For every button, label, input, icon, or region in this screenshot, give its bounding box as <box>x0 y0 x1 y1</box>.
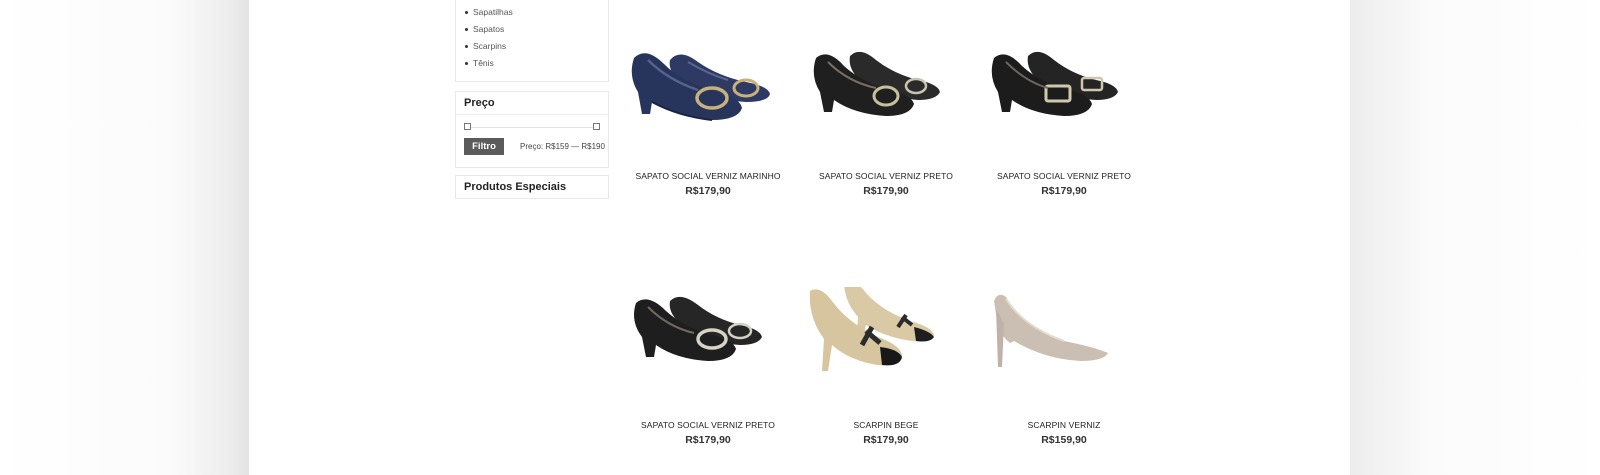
product-name[interactable]: SCARPIN VERNIZ <box>979 420 1149 430</box>
special-products-title: Produtos Especiais <box>464 181 567 193</box>
category-link-scarpins[interactable]: Scarpins <box>465 39 608 56</box>
price-slider-max-handle[interactable] <box>593 123 600 130</box>
product-image[interactable] <box>806 287 966 387</box>
special-products-widget: Produtos Especiais <box>455 175 609 199</box>
product-card[interactable]: SAPATO SOCIAL VERNIZ PRETO R$179,90 <box>979 38 1149 197</box>
product-card[interactable]: SAPATO SOCIAL VERNIZ PRETO R$179,90 <box>801 38 971 197</box>
product-price: R$179,90 <box>863 185 909 197</box>
product-price: R$179,90 <box>685 434 731 446</box>
price-slider-min-handle[interactable] <box>464 123 471 130</box>
page-container <box>249 0 1350 475</box>
product-price: R$179,90 <box>863 434 909 446</box>
product-card[interactable]: SAPATO SOCIAL VERNIZ PRETO R$179,90 <box>623 287 793 446</box>
page-background-right <box>1320 0 1600 475</box>
product-price: R$179,90 <box>685 185 731 197</box>
price-filter-widget: Preço Filtro Preço: R$159 — R$190 <box>455 91 609 168</box>
category-link-sapatilhas[interactable]: Sapatilhas <box>465 5 608 22</box>
product-image[interactable] <box>984 38 1144 138</box>
product-card[interactable]: SAPATO SOCIAL VERNIZ MARINHO R$179,90 <box>623 38 793 197</box>
product-image[interactable] <box>806 38 966 138</box>
category-link-tenis[interactable]: Tênis <box>465 56 608 73</box>
product-price: R$159,90 <box>1041 434 1087 446</box>
filter-button[interactable]: Filtro <box>464 138 504 155</box>
page-background-left <box>0 0 250 475</box>
category-link-sapatos[interactable]: Sapatos <box>465 22 608 39</box>
category-list: Sapatilhas Sapatos Scarpins Tênis <box>456 0 608 73</box>
product-card[interactable]: SCARPIN BEGE R$179,90 <box>801 287 971 446</box>
product-image[interactable] <box>984 287 1144 387</box>
product-name[interactable]: SAPATO SOCIAL VERNIZ PRETO <box>623 420 793 430</box>
price-range-label: Preço: R$159 — R$190 <box>520 142 605 151</box>
product-image[interactable] <box>628 287 788 387</box>
price-slider-track[interactable] <box>468 127 597 128</box>
product-price: R$179,90 <box>1041 185 1087 197</box>
price-filter-title: Preço <box>456 92 608 115</box>
product-name[interactable]: SCARPIN BEGE <box>801 420 971 430</box>
product-card[interactable]: SCARPIN VERNIZ R$159,90 <box>979 287 1149 446</box>
product-image[interactable] <box>628 38 788 138</box>
categories-widget: Sapatilhas Sapatos Scarpins Tênis <box>455 0 609 82</box>
product-name[interactable]: SAPATO SOCIAL VERNIZ PRETO <box>801 171 971 181</box>
product-name[interactable]: SAPATO SOCIAL VERNIZ PRETO <box>979 171 1149 181</box>
product-name[interactable]: SAPATO SOCIAL VERNIZ MARINHO <box>623 171 793 181</box>
